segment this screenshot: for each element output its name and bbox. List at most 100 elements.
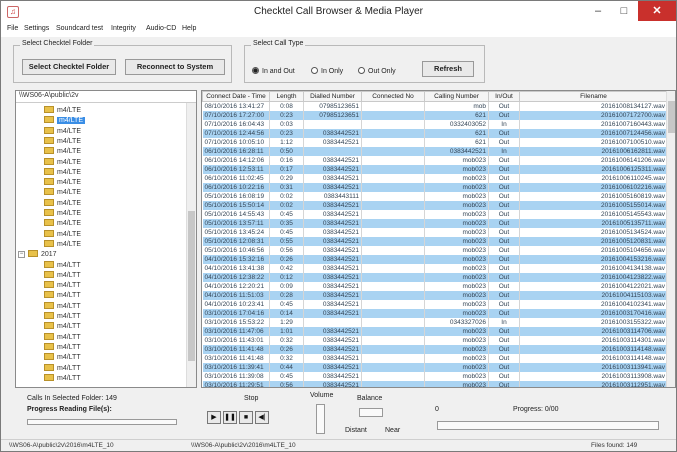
select-checktel-folder-button[interactable]: Select Checktel Folder [22,59,116,75]
grid-scrollbar[interactable] [666,91,675,387]
menu-audio-cd[interactable]: Audio-CD [146,25,176,32]
table-row[interactable]: 04/10/2016 12:20:21 0:09 0383442521 mob023 O… [202,281,668,291]
maximize-button[interactable]: □ [611,1,637,21]
grid-column-header[interactable]: In/Out [488,91,520,102]
volume-slider[interactable] [316,404,325,434]
table-cell: 0383442521 [303,335,362,345]
table-row[interactable]: 05/10/2016 10:46:56 0:56 0383442521 mob023 O… [202,245,668,255]
table-row[interactable]: 04/10/2016 11:51:03 0:28 0383442521 mob023 O… [202,290,668,300]
table-row[interactable]: 05/10/2016 12:08:31 0:55 0383442521 mob023 O… [202,236,668,246]
table-row[interactable]: 03/10/2016 11:41:48 0:26 0383442521 mob023 O… [202,344,668,354]
table-row[interactable]: 03/10/2016 17:04:16 0:14 0383442521 mob023 O… [202,308,668,318]
grid-column-header[interactable]: Filename [519,91,668,102]
folder-tree[interactable]: \\WS06-A\public\2v m4/LTE m4/LTE m4/LTE m4/… [15,90,197,388]
balance-slider[interactable] [359,408,383,417]
table-row[interactable]: 03/10/2016 11:43:01 0:32 0383442521 mob023 O… [202,335,668,345]
calls-table: Connect Date - Time Length Dialled Number C… [202,91,668,387]
rewind-button[interactable]: ◀| [255,411,269,424]
table-row[interactable]: 06/10/2016 16:28:11 0:50 0383442521 In 20161… [202,146,668,156]
refresh-button[interactable]: Refresh [422,61,474,77]
menu-settings[interactable]: Settings [24,25,49,32]
table-row[interactable]: 08/10/2016 13:41:27 0:08 07985123651 mob Out… [202,101,668,111]
table-cell: 20161004115103.wav [519,290,668,300]
grid-column-header[interactable]: Calling Number [424,91,489,102]
calls-grid[interactable]: Connect Date - Time Length Dialled Number C… [201,90,676,388]
table-cell: Out [488,110,520,120]
menu-soundcard-test[interactable]: Soundcard test [56,25,103,32]
table-cell: 0:02 [269,200,304,210]
table-cell: 0:02 [269,191,304,201]
grid-column-header[interactable]: Connected No [361,91,425,102]
tree-expander[interactable]: − [18,251,25,259]
menu-bar: File Settings Soundcard test Integrity A… [1,23,676,37]
menu-file[interactable]: File [7,25,18,32]
table-cell: Out [488,191,520,201]
menu-help[interactable]: Help [182,25,196,32]
table-cell [361,281,425,291]
radio-out-only-dot [358,67,365,74]
table-row[interactable]: 07/10/2016 12:44:56 0:23 0383442521 621 Out 2… [202,128,668,138]
table-row[interactable]: 03/10/2016 11:39:41 0:44 0383442521 mob023 O… [202,362,668,372]
grid-column-header[interactable]: Dialled Number [303,91,362,102]
tree-item[interactable]: m4/LTT [44,373,81,384]
table-row[interactable]: 03/10/2016 11:29:51 0:56 0383442521 mob023 O… [202,380,668,387]
table-cell: 0383442521 [303,218,362,228]
table-row[interactable]: 03/10/2016 11:39:08 0:45 0383442521 mob023 O… [202,371,668,381]
title-bar: ♫ Checktel Call Browser & Media Player –… [1,1,676,23]
table-row[interactable]: 06/10/2016 10:22:16 0:31 0383442521 mob023 O… [202,182,668,192]
table-cell: 03/10/2016 11:41:48 [202,353,270,363]
table-row[interactable]: 05/10/2016 16:08:19 0:02 0383443111 mob023 O… [202,191,668,201]
table-row[interactable]: 05/10/2016 13:57:11 0:35 0383442521 mob023 O… [202,218,668,228]
table-cell: 03/10/2016 11:47:06 [202,326,270,336]
table-cell: 20161006125311.wav [519,164,668,174]
table-cell [361,335,425,345]
playback-position-slider[interactable] [437,421,659,430]
table-row[interactable]: 06/10/2016 11:02:45 0:29 0383442521 mob023 O… [202,173,668,183]
table-row[interactable]: 06/10/2016 12:53:11 0:17 0383442521 mob023 O… [202,164,668,174]
table-row[interactable]: 03/10/2016 15:53:22 1:29 0343327026 In 20161… [202,317,668,327]
tree-item-label: m4/LTT [57,374,81,382]
tree-scroll-thumb[interactable] [188,211,195,361]
table-cell: 0:29 [269,173,304,183]
table-row[interactable]: 05/10/2016 15:50:14 0:02 0383442521 mob023 O… [202,200,668,210]
table-row[interactable]: 07/10/2016 16:04:43 0:03 0332403052 In 20161… [202,119,668,129]
table-row[interactable]: 04/10/2016 12:38:22 0:12 0383442521 mob023 O… [202,272,668,282]
table-cell: 0:23 [269,110,304,120]
table-cell: 04/10/2016 10:23:41 [202,299,270,309]
table-cell: 0:45 [269,371,304,381]
grid-column-header[interactable]: Length [269,91,304,102]
table-cell: mob023 [424,164,489,174]
table-cell: 0383442521 [303,344,362,354]
table-cell: 0:55 [269,236,304,246]
play-button[interactable]: ▶ [207,411,221,424]
tree-scrollbar[interactable] [186,103,196,387]
radio-out-only[interactable]: Out Only [358,67,396,75]
table-row[interactable]: 05/10/2016 14:55:43 0:45 0383442521 mob023 O… [202,209,668,219]
table-cell [303,317,362,327]
table-row[interactable]: 07/10/2016 17:27:00 0:23 07985123651 621 Out… [202,110,668,120]
radio-in-only[interactable]: In Only [311,67,343,75]
table-row[interactable]: 05/10/2016 13:45:24 0:45 0383442521 mob023 O… [202,227,668,237]
pause-button[interactable]: ❚❚ [223,411,237,424]
table-row[interactable]: 04/10/2016 15:32:16 0:26 0383442521 mob023 O… [202,254,668,264]
table-row[interactable]: 04/10/2016 13:41:38 0:42 0383442521 mob023 O… [202,263,668,273]
table-row[interactable]: 03/10/2016 11:47:06 1:01 0383442521 mob023 O… [202,326,668,336]
tree-item-label: m4/LTE [57,117,85,125]
grid-scroll-thumb[interactable] [668,101,675,133]
minimize-button[interactable]: – [585,1,611,21]
reconnect-to-system-button[interactable]: Reconnect to System [125,59,225,75]
table-row[interactable]: 07/10/2016 10:05:10 1:12 0383442521 621 Out 2… [202,137,668,147]
table-row[interactable]: 06/10/2016 14:12:06 0:16 0383442521 mob023 O… [202,155,668,165]
stop-button[interactable]: ■ [239,411,253,424]
table-cell [361,380,425,387]
grid-column-header[interactable]: Connect Date - Time [202,91,270,102]
table-cell: 20161005134524.wav [519,227,668,237]
tree-item-label: m4/LTE [57,230,81,238]
table-row[interactable]: 04/10/2016 10:23:41 0:45 0383442521 mob023 O… [202,299,668,309]
menu-integrity[interactable]: Integrity [111,25,136,32]
table-row[interactable]: 03/10/2016 11:41:48 0:32 0383442521 mob023 O… [202,353,668,363]
radio-in-and-out[interactable]: In and Out [252,67,295,75]
close-button[interactable]: ✕ [638,1,676,21]
reading-progress-bar [27,419,177,425]
table-cell [361,209,425,219]
